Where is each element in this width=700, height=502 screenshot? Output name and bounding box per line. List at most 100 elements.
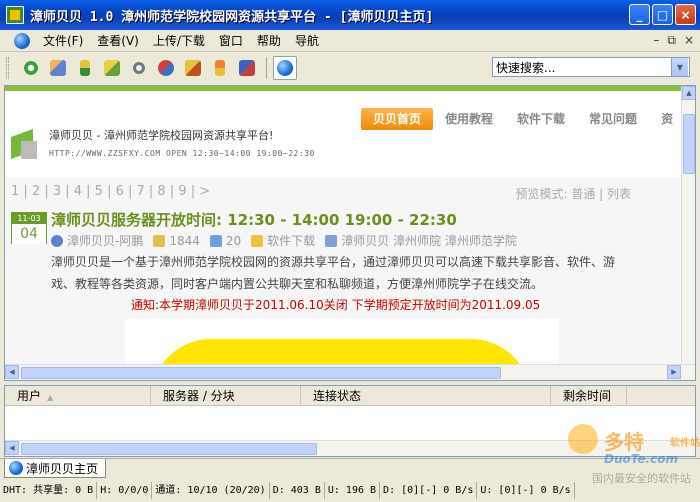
send-icon xyxy=(239,60,255,76)
transfer-list[interactable]: 用户 ▲ 服务器 / 分块 连接状态 剩余时间 ◀ xyxy=(4,385,696,457)
scroll-left-icon[interactable]: ◀ xyxy=(5,441,19,455)
status-hosts: H: 0/0/0 xyxy=(97,482,153,499)
post-views: 1844 xyxy=(169,233,200,248)
status-download-rate: D: [0][-] 0 B/s xyxy=(380,482,478,499)
download-icon xyxy=(215,60,225,76)
app-icon xyxy=(6,6,24,24)
web-page: 贝贝首页 使用教程 软件下载 常见问题 资 漳师贝贝 - 漳州师范学院校园网资源… xyxy=(5,91,683,366)
browser-vertical-scrollbar[interactable]: ▲ xyxy=(681,86,695,366)
date-badge: 11-03 04 xyxy=(11,212,47,244)
edit-icon xyxy=(104,60,120,76)
status-shared: DHT: 共享量: 0 B xyxy=(0,482,98,499)
users-icon xyxy=(50,60,66,76)
menu-help[interactable]: 帮助 xyxy=(250,32,288,49)
sort-arrow-icon: ▲ xyxy=(47,393,54,402)
search-icon xyxy=(133,62,145,74)
mdi-minimize-button[interactable]: – xyxy=(653,33,659,48)
tab-label: 漳师贝贝主页 xyxy=(26,461,99,476)
globe-icon[interactable] xyxy=(14,32,30,49)
date-month: 11-03 xyxy=(12,213,46,224)
menu-bar: 文件(F) 查看(V) 上传/下载 窗口 帮助 导航 – ⧉ × xyxy=(0,30,700,52)
scroll-thumb[interactable] xyxy=(21,443,317,455)
users-button[interactable] xyxy=(46,56,70,80)
send-button[interactable] xyxy=(235,56,259,80)
scroll-thumb[interactable] xyxy=(21,367,501,379)
status-upload-total: U: 196 B xyxy=(325,482,381,499)
nav-tab-faq[interactable]: 常见问题 xyxy=(577,108,649,130)
site-title: 漳师贝贝 - 漳州师范学院校园网资源共享平台! xyxy=(49,129,274,142)
title-bar[interactable]: 漳师贝贝 1.0 漳州师范学院校园网资源共享平台 - [漳师贝贝主页] _ □ … xyxy=(0,0,700,30)
refresh-icon xyxy=(23,60,39,76)
user-icon xyxy=(51,234,63,247)
upload-icon xyxy=(80,60,90,76)
column-user[interactable]: 用户 ▲ xyxy=(5,386,151,405)
preview-mode[interactable]: 预览模式: 普通 | 列表 xyxy=(515,185,631,202)
status-download-total: D: 403 B xyxy=(270,482,325,499)
window-title: 漳师贝贝 1.0 漳州师范学院校园网资源共享平台 - [漳师贝贝主页] xyxy=(30,9,434,25)
site-nav: 贝贝首页 使用教程 软件下载 常见问题 资 xyxy=(361,108,683,130)
menu-file[interactable]: 文件(F) xyxy=(36,32,90,49)
menu-window[interactable]: 窗口 xyxy=(212,32,250,49)
toolbar-grip[interactable] xyxy=(6,57,9,79)
scroll-up-icon[interactable]: ▲ xyxy=(682,86,695,100)
tab-home[interactable]: 漳师贝贝主页 xyxy=(4,459,106,478)
search-button[interactable] xyxy=(127,56,151,80)
upload-button[interactable] xyxy=(73,56,97,80)
nav-tab-software[interactable]: 软件下载 xyxy=(505,108,577,130)
scroll-thumb[interactable] xyxy=(683,114,695,174)
post-author[interactable]: 漳师贝贝-阿鹏 xyxy=(67,232,143,249)
window-controls: _ □ × xyxy=(629,4,696,25)
pencil-button[interactable] xyxy=(181,56,205,80)
mdi-close-button[interactable]: × xyxy=(684,33,694,48)
scroll-right-icon[interactable]: ▶ xyxy=(667,365,681,379)
scroll-left-icon[interactable]: ◀ xyxy=(5,365,19,379)
post-comments[interactable]: 20 xyxy=(226,234,241,248)
notice-text: 通知:本学期漳师贝贝于2011.06.10关闭 下学期预定开放时间为2011.0… xyxy=(131,298,541,312)
column-status[interactable]: 连接状态 xyxy=(301,386,551,405)
quick-search-input[interactable] xyxy=(493,60,671,74)
menu-view[interactable]: 查看(V) xyxy=(90,32,146,49)
nav-tab-more[interactable]: 资 xyxy=(649,108,683,130)
site-meta: HTTP://WWW.ZZSFXY.COM OPEN 12:30~14:00 1… xyxy=(49,149,315,158)
comment-icon xyxy=(209,234,222,247)
browser-horizontal-scrollbar[interactable]: ◀ ▶ xyxy=(5,364,695,380)
date-day: 04 xyxy=(12,224,46,244)
chevron-down-icon[interactable]: ▼ xyxy=(671,58,688,76)
list-horizontal-scrollbar[interactable]: ◀ xyxy=(5,440,695,456)
connect-button[interactable] xyxy=(154,56,178,80)
status-upload-rate: U: [0][-] 0 B/s xyxy=(477,482,575,499)
home-button[interactable] xyxy=(273,56,297,80)
download-button[interactable] xyxy=(208,56,232,80)
close-button[interactable]: × xyxy=(675,4,696,25)
column-server[interactable]: 服务器 / 分块 xyxy=(151,386,301,405)
globe-icon xyxy=(277,60,293,76)
post-meta: 漳师贝贝-阿鹏 1844 20 软件下载 漳师贝贝 漳州师院 漳州师范学院 xyxy=(51,232,517,249)
nav-tab-tutorial[interactable]: 使用教程 xyxy=(433,108,505,130)
column-remaining[interactable]: 剩余时间 xyxy=(551,386,627,405)
views-icon xyxy=(153,234,166,247)
post-title[interactable]: 漳师贝贝服务器开放时间: 12:30 - 14:00 19:00 - 22:30 xyxy=(51,209,457,230)
menu-upload-download[interactable]: 上传/下载 xyxy=(146,32,212,49)
list-header: 用户 ▲ 服务器 / 分块 连接状态 剩余时间 xyxy=(5,386,695,406)
post-body: 漳师贝贝是一个基于漳州师范学院校园网的资源共享平台，通过漳师贝贝可以高速下载共享… xyxy=(51,255,616,291)
menu-navigate[interactable]: 导航 xyxy=(288,32,326,49)
status-bar: DHT: 共享量: 0 B H: 0/0/0 通道: 10/10 (20/20)… xyxy=(0,479,700,502)
maximize-button[interactable]: □ xyxy=(652,4,673,25)
edit-button[interactable] xyxy=(100,56,124,80)
mdi-restore-button[interactable]: ⧉ xyxy=(667,33,676,48)
nav-tab-home[interactable]: 贝贝首页 xyxy=(361,108,434,130)
toolbar-separator xyxy=(266,57,267,79)
mdi-controls: – ⧉ × xyxy=(653,33,694,48)
pencil-icon xyxy=(185,60,201,76)
folder-icon xyxy=(251,234,264,247)
post-tags[interactable]: 漳师贝贝 漳州师院 漳州师范学院 xyxy=(341,232,517,249)
tag-icon xyxy=(325,234,338,247)
quick-search-combobox[interactable]: ▼ xyxy=(492,57,690,77)
refresh-button[interactable] xyxy=(19,56,43,80)
post-category[interactable]: 软件下载 xyxy=(267,232,315,249)
site-logo-icon xyxy=(11,127,37,161)
globe-icon xyxy=(9,461,23,475)
minimize-button[interactable]: _ xyxy=(629,4,650,25)
pager[interactable]: 1 | 2 | 3 | 4 | 5 | 6 | 7 | 8 | 9 | > xyxy=(11,184,210,199)
browser-view[interactable]: 贝贝首页 使用教程 软件下载 常见问题 资 漳师贝贝 - 漳州师范学院校园网资源… xyxy=(4,85,696,381)
